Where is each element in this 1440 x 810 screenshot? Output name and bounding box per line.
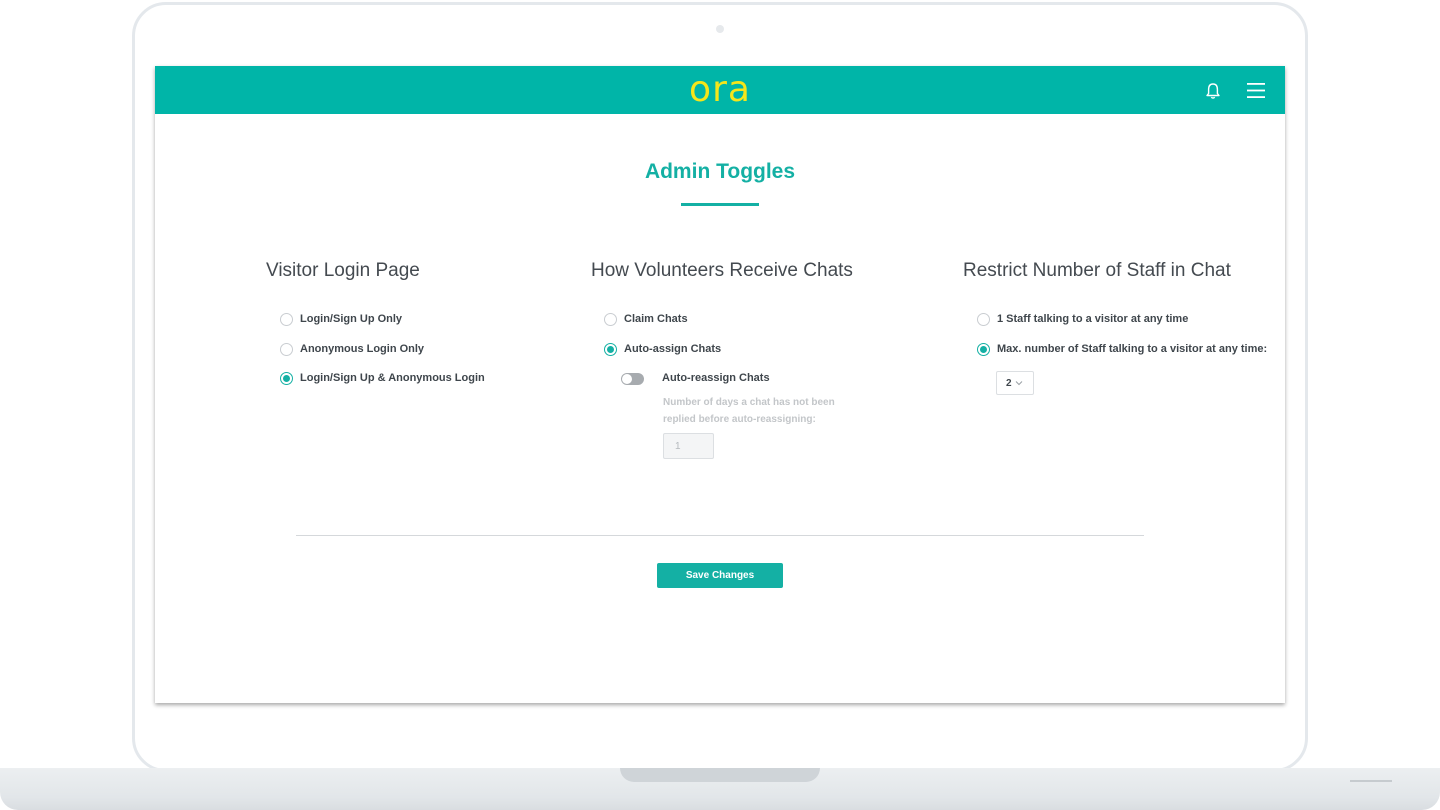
- save-changes-button[interactable]: Save Changes: [657, 563, 783, 588]
- radio-claim-chats[interactable]: Claim Chats: [604, 311, 688, 327]
- radio-label: Login/Sign Up & Anonymous Login: [300, 372, 485, 384]
- radio-button[interactable]: [280, 312, 293, 326]
- radio-button[interactable]: [280, 342, 293, 356]
- radio-anonymous-login-only[interactable]: Anonymous Login Only: [280, 341, 424, 357]
- radio-one-staff[interactable]: 1 Staff talking to a visitor at any time: [977, 311, 1188, 327]
- auto-reassign-toggle[interactable]: [621, 373, 644, 385]
- app-screen: ora Admin Toggles Visitor Login Page Log…: [155, 66, 1285, 703]
- radio-button-selected[interactable]: [604, 342, 617, 356]
- visitor-login-heading: Visitor Login Page: [266, 260, 420, 281]
- radio-login-signup-and-anonymous[interactable]: Login/Sign Up & Anonymous Login: [280, 370, 485, 386]
- auto-reassign-help-text: Number of days a chat has not been repli…: [663, 397, 835, 425]
- radio-label: Anonymous Login Only: [300, 343, 425, 355]
- radio-label: Claim Chats: [624, 313, 688, 325]
- page-title: Admin Toggles: [644, 160, 796, 183]
- staff-limit-heading: Restrict Number of Staff in Chat: [963, 260, 1231, 281]
- laptop-notch: [620, 768, 820, 782]
- auto-reassign-label: Auto-reassign Chats: [662, 372, 770, 384]
- select-value: 2: [1006, 377, 1012, 389]
- volunteer-chats-heading: How Volunteers Receive Chats: [591, 260, 853, 281]
- radio-label: Auto-assign Chats: [624, 343, 722, 355]
- radio-login-signup-only[interactable]: Login/Sign Up Only: [280, 311, 402, 327]
- hamburger-menu-icon[interactable]: [1247, 83, 1265, 98]
- radio-button-selected[interactable]: [977, 342, 990, 356]
- radio-max-staff[interactable]: Max. number of Staff talking to a visito…: [977, 341, 1267, 357]
- radio-button-selected[interactable]: [280, 371, 293, 385]
- toggle-knob: [622, 374, 632, 384]
- webcam-dot: [716, 25, 724, 33]
- bell-icon[interactable]: [1205, 82, 1221, 100]
- radio-auto-assign-chats[interactable]: Auto-assign Chats: [604, 341, 721, 357]
- radio-button[interactable]: [977, 312, 990, 326]
- reassign-days-input[interactable]: [663, 433, 714, 459]
- chevron-down-icon: [1015, 381, 1022, 386]
- radio-button[interactable]: [604, 312, 617, 326]
- ora-logo[interactable]: ora: [685, 72, 755, 108]
- radio-label: Max. number of Staff talking to a visito…: [997, 343, 1268, 355]
- radio-label: 1 Staff talking to a visitor at any time: [997, 313, 1189, 325]
- radio-label: Login/Sign Up Only: [300, 313, 403, 325]
- top-navigation-bar: ora: [155, 66, 1285, 114]
- laptop-base-line: [1350, 780, 1392, 782]
- max-staff-select[interactable]: 2: [996, 371, 1034, 395]
- divider: [296, 535, 1144, 536]
- title-underline: [681, 203, 759, 206]
